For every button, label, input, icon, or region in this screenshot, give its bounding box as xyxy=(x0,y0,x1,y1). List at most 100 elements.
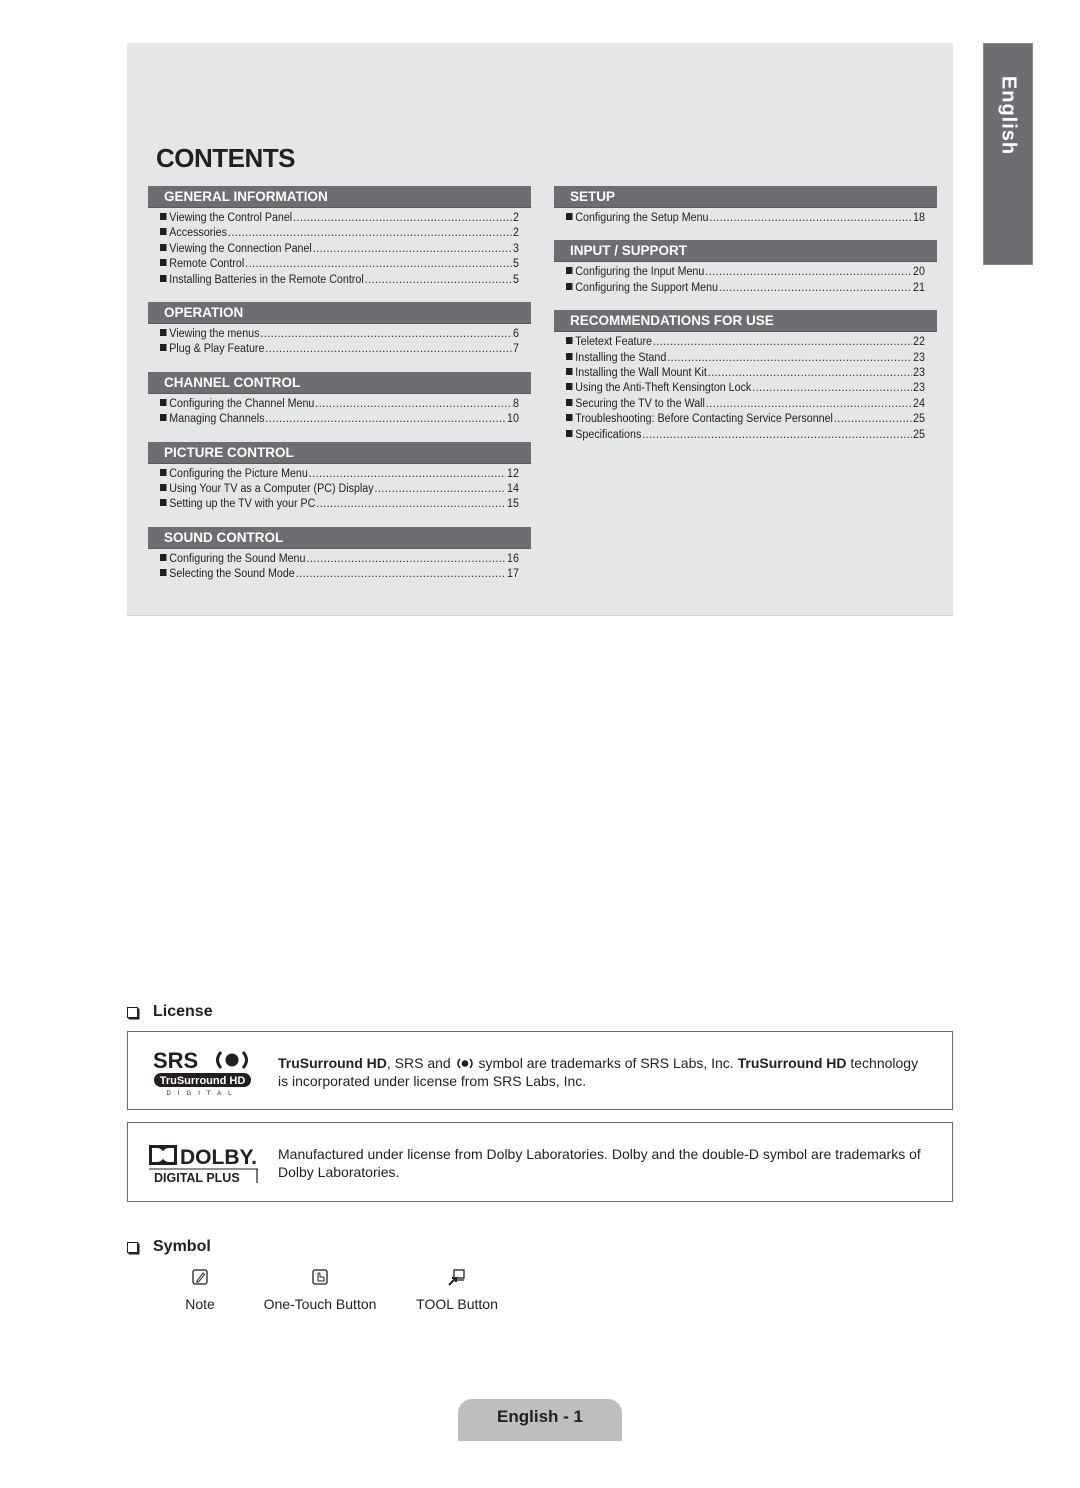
toc-entry-title: Troubleshooting: Before Contacting Servi… xyxy=(575,413,833,426)
toc-entry[interactable]: Viewing the Control Panel 2 xyxy=(160,211,519,226)
dot-leader xyxy=(834,412,912,427)
square-bullet-icon xyxy=(566,282,573,290)
toc-entry[interactable]: Configuring the Sound Menu 16 xyxy=(160,552,519,567)
toc-page-number: 17 xyxy=(507,568,519,581)
toc-entry-title: Installing the Stand xyxy=(575,351,667,364)
symbol-tool-button: TOOL Button xyxy=(412,1268,502,1312)
one-touch-button-icon xyxy=(312,1269,328,1285)
toc-section: GENERAL INFORMATION Viewing the Control P… xyxy=(148,186,531,288)
square-bullet-icon xyxy=(566,352,573,360)
toc-entry-title: Configuring the Setup Menu xyxy=(575,212,709,224)
toc-entry-title: Viewing the Connection Panel xyxy=(169,242,312,255)
symbol-heading-text: Symbol xyxy=(153,1238,211,1255)
toc-entry[interactable]: Troubleshooting: Before Contacting Servi… xyxy=(566,412,925,427)
section-entries: Configuring the Sound Menu 16 Selecting th… xyxy=(148,549,531,583)
srs-license-box: SRS TruSurround HD DIGITAL TruSurround H… xyxy=(127,1031,953,1110)
toc-page-number: 23 xyxy=(913,382,925,395)
toc-page-number: 23 xyxy=(913,366,925,379)
toc-entry[interactable]: Teletext Feature 22 xyxy=(566,335,925,350)
symbol-note: Note xyxy=(170,1268,230,1312)
toc-entry[interactable]: Configuring the Setup Menu 18 xyxy=(566,211,925,226)
srs-text-part: , SRS and xyxy=(386,1055,455,1071)
srs-symbol-icon xyxy=(456,1058,473,1069)
toc-entry[interactable]: Setting up the TV with your PC 15 xyxy=(160,497,519,512)
square-bullet-icon xyxy=(566,383,573,391)
dolby-license-text: Manufactured under license from Dolby La… xyxy=(278,1146,921,1180)
section-entries: Teletext Feature 22 Installing the Stand 23… xyxy=(554,332,937,443)
toc-page-number: 12 xyxy=(507,467,519,480)
toc-entry-title: Installing Batteries in the Remote Contr… xyxy=(169,273,364,286)
srs-license-text: TruSurround HD, SRS and symbol are trade… xyxy=(278,1054,928,1090)
dot-leader xyxy=(705,265,912,280)
srs-logo-text: SRS xyxy=(153,1048,198,1073)
square-bullet-icon xyxy=(160,499,167,507)
toc-entry[interactable]: Plug & Play Feature 7 xyxy=(160,342,519,357)
toc-entry[interactable]: Accessories 2 xyxy=(160,226,519,241)
square-bullet-icon xyxy=(160,259,167,267)
section-header: SETUP xyxy=(554,186,937,208)
toc-page-number: 15 xyxy=(507,498,519,511)
toc-entry[interactable]: Viewing the menus 6 xyxy=(160,327,519,342)
toc-entry[interactable]: Viewing the Connection Panel 3 xyxy=(160,242,519,257)
language-tab-label: English xyxy=(997,75,1020,156)
toc-page-number: 2 xyxy=(512,227,519,240)
toc-page-number: 8 xyxy=(512,397,519,410)
license-heading-text: License xyxy=(153,1003,213,1020)
square-bullet-icon xyxy=(160,569,167,577)
dot-leader xyxy=(265,342,512,357)
toc-entry-title: Teletext Feature xyxy=(575,336,652,349)
section-entries: Configuring the Picture Menu 12 Using Your… xyxy=(148,464,531,513)
square-bullet-icon xyxy=(566,337,573,345)
toc-entry[interactable]: Selecting the Sound Mode 17 xyxy=(160,567,519,582)
page-number-label: English - 1 xyxy=(497,1407,583,1426)
toc-entry-title: Configuring the Support Menu xyxy=(575,281,718,294)
square-bullet-icon xyxy=(160,468,167,476)
toc-entry-title: Configuring the Input Menu xyxy=(575,266,705,279)
toc-entry[interactable]: Managing Channels 10 xyxy=(160,412,519,427)
toc-entry[interactable]: Configuring the Support Menu 21 xyxy=(566,281,925,296)
toc-entry-title: Configuring the Picture Menu xyxy=(169,467,308,480)
dot-leader xyxy=(375,482,507,497)
toc-entry[interactable]: Configuring the Picture Menu 12 xyxy=(160,467,519,482)
toc-entry[interactable]: Installing the Stand 23 xyxy=(566,351,925,366)
checkbox-icon xyxy=(127,1241,138,1253)
toc-entry-title: Accessories xyxy=(169,227,227,240)
dot-leader xyxy=(306,552,506,567)
note-icon xyxy=(192,1269,208,1285)
contents-left-column: GENERAL INFORMATION Viewing the Control P… xyxy=(148,186,531,596)
toc-entry[interactable]: Configuring the Channel Menu 8 xyxy=(160,397,519,412)
dot-leader xyxy=(228,226,512,241)
section-header: PICTURE CONTROL xyxy=(148,441,531,464)
toc-page-number: 2 xyxy=(512,212,519,224)
square-bullet-icon xyxy=(566,398,573,406)
dot-leader xyxy=(706,397,912,412)
square-bullet-icon xyxy=(160,414,167,422)
toc-entry[interactable]: Configuring the Input Menu 20 xyxy=(566,265,925,280)
section-header: CHANNEL CONTROL xyxy=(148,371,531,394)
toc-entry-title: Managing Channels xyxy=(169,413,265,426)
toc-entry-title: Using the Anti-Theft Kensington Lock xyxy=(575,382,752,395)
toc-page-number: 22 xyxy=(913,336,925,349)
dot-leader xyxy=(642,428,912,443)
section-entries: Viewing the Control Panel2Accessories 2 Vi… xyxy=(148,208,531,288)
dolby-logo-text: DOLBY. xyxy=(180,1146,257,1169)
dot-leader xyxy=(316,497,506,512)
dot-leader xyxy=(719,281,912,296)
toc-page-number: 20 xyxy=(913,266,925,279)
toc-page-number: 23 xyxy=(913,351,925,364)
toc-entry[interactable]: Using Your TV as a Computer (PC) Display… xyxy=(160,482,519,497)
symbol-label: TOOL Button xyxy=(416,1296,498,1312)
checkbox-icon xyxy=(127,1006,138,1018)
toc-entry[interactable]: Remote Control 5 xyxy=(160,257,519,272)
square-bullet-icon xyxy=(160,274,167,282)
toc-entry-title: Viewing the menus xyxy=(169,327,260,340)
contents-right-column: SETUP Configuring the Setup Menu 18 INPUT /… xyxy=(554,186,937,457)
toc-entry[interactable]: Specifications 25 xyxy=(566,428,925,443)
toc-entry[interactable]: Installing the Wall Mount Kit 23 xyxy=(566,366,925,381)
toc-entry-title: Remote Control xyxy=(169,258,245,271)
toc-entry[interactable]: Using the Anti-Theft Kensington Lock 23 xyxy=(566,381,925,396)
toc-entry[interactable]: Installing Batteries in the Remote Contr… xyxy=(160,273,519,288)
toc-entry[interactable]: Securing the TV to the Wall 24 xyxy=(566,397,925,412)
section-entries: Configuring the Input Menu20Configuring … xyxy=(554,262,937,296)
toc-entry-title: Using Your TV as a Computer (PC) Display xyxy=(169,482,374,495)
